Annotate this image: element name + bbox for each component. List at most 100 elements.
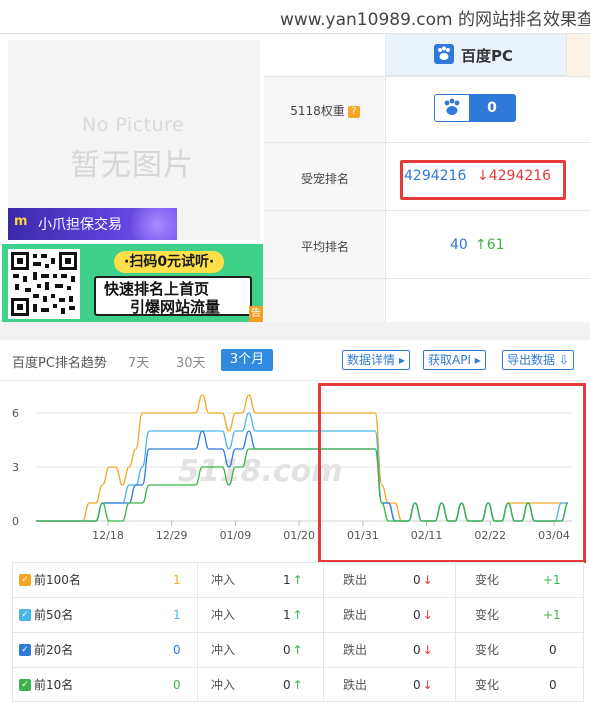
engine-name: 百度PC	[461, 47, 514, 65]
row-divider	[264, 210, 590, 211]
rank-label: 受宠排名	[300, 172, 349, 186]
stats-row: ✓ 前10名 0 冲入 0 ↑ 跌出 0 ↓ 变化 0	[12, 667, 584, 702]
trend-panel: 百度PC排名趋势 7天 30天 3个月 数据详情 ▸ 获取API ▸ 导出数据 …	[0, 340, 590, 714]
trend-title: 百度PC排名趋势	[12, 356, 107, 371]
avg-label: 平均排名	[300, 240, 349, 254]
x-tick-label: 01/09	[220, 529, 252, 542]
in-value: 0 ↑	[283, 668, 303, 702]
summary-panel: No Picture 暂无图片 m 小爪担保交易 ·扫码0元试听· 快速排名上首…	[0, 34, 590, 322]
checkbox-icon[interactable]: ✓	[19, 574, 31, 586]
down-arrow-icon: ↓	[422, 643, 433, 657]
y-tick-label: 6	[12, 407, 19, 420]
out-label: 跌出	[343, 678, 368, 692]
cell-divider	[455, 563, 456, 597]
get-api-button[interactable]: 获取API ▸	[423, 350, 486, 370]
guarantee-ad-banner[interactable]: m 小爪担保交易	[8, 208, 177, 240]
rank-change: ↓4294216	[477, 168, 552, 184]
change-label: 变化	[475, 608, 500, 622]
ranking-ad-banner[interactable]: ·扫码0元试听· 快速排名上首页 引爆网站流量 告	[2, 244, 263, 322]
in-value-number: 1	[283, 608, 291, 622]
stats-row: ✓ 前50名 1 冲入 1 ↑ 跌出 0 ↓ 变化 +1	[12, 597, 584, 632]
change-value: +1	[543, 573, 561, 587]
tab-30-days[interactable]: 30天	[176, 352, 206, 371]
cell-divider	[197, 598, 198, 632]
out-value-number: 0	[413, 678, 421, 692]
y-tick-label: 0	[12, 515, 19, 528]
change-label: 变化	[475, 573, 500, 587]
ad-corner-tag: 告	[249, 306, 263, 322]
rank-value[interactable]: 4294216	[404, 168, 466, 184]
no-picture-text: No Picture	[82, 114, 185, 136]
export-data-button[interactable]: 导出数据 ⇩	[502, 350, 574, 370]
cell-divider	[455, 633, 456, 667]
in-value: 1 ↑	[283, 563, 303, 597]
no-picture-cn-text: 暂无图片	[70, 148, 194, 183]
cell-divider	[323, 668, 324, 702]
weight-label: 5118权重?	[264, 102, 386, 119]
out-value: 0 ↓	[413, 668, 433, 702]
stats-row: ✓ 前20名 0 冲入 0 ↑ 跌出 0 ↓ 变化 0	[12, 632, 584, 667]
data-details-button[interactable]: 数据详情 ▸	[342, 350, 410, 370]
change-value: 0	[549, 678, 557, 692]
in-value: 1 ↑	[283, 598, 303, 632]
stats-label: 前50名	[34, 608, 74, 622]
out-label: 跌出	[343, 608, 368, 622]
claw-logo-icon: m	[14, 214, 28, 229]
tab-7-days[interactable]: 7天	[128, 352, 149, 371]
out-value: 0 ↓	[413, 633, 433, 667]
banner-glow	[127, 208, 177, 240]
in-label: 冲入	[211, 608, 236, 622]
row-divider	[264, 278, 590, 279]
out-label: 跌出	[343, 573, 368, 587]
in-label: 冲入	[211, 573, 236, 587]
x-tick-label: 01/20	[283, 529, 315, 542]
weight-badge[interactable]: 0	[434, 94, 516, 122]
checkbox-icon[interactable]: ✓	[19, 679, 31, 691]
change-label: 变化	[475, 678, 500, 692]
ad2-textbox: 快速排名上首页 引爆网站流量	[94, 276, 252, 316]
change-value: +1	[543, 608, 561, 622]
stats-row: ✓ 前100名 1 冲入 1 ↑ 跌出 0 ↓ 变化 +1	[12, 562, 584, 597]
stats-label: 前100名	[34, 573, 81, 587]
paw-badge-icon	[435, 95, 469, 121]
out-value: 0 ↓	[413, 563, 433, 597]
scan-trial-badge: ·扫码0元试听·	[114, 251, 225, 273]
in-value-number: 0	[283, 678, 291, 692]
highlight-rect	[318, 383, 586, 563]
in-label: 冲入	[211, 643, 236, 657]
in-value-number: 1	[283, 573, 291, 587]
stats-label: 前20名	[34, 643, 74, 657]
checkbox-icon[interactable]: ✓	[19, 644, 31, 656]
baidu-pc-header[interactable]: 百度PC	[386, 34, 566, 76]
up-arrow-icon: ↑	[292, 678, 303, 692]
stats-label: 前10名	[34, 678, 74, 692]
weight-label-text: 5118权重	[290, 104, 345, 118]
row-divider	[264, 76, 590, 77]
cell-divider	[197, 633, 198, 667]
page-title: www.yan10989.com 的网站排名效果查	[280, 10, 590, 30]
checkbox-icon[interactable]: ✓	[19, 609, 31, 621]
up-arrow-icon: ↑	[292, 643, 303, 657]
up-arrow-icon: ↑	[292, 573, 303, 587]
qr-code-icon	[8, 249, 80, 319]
help-icon[interactable]: ?	[347, 106, 360, 118]
cell-divider	[323, 563, 324, 597]
out-value-number: 0	[413, 643, 421, 657]
in-label: 冲入	[211, 678, 236, 692]
in-value: 0 ↑	[283, 633, 303, 667]
stats-count: 0	[173, 643, 181, 657]
out-label: 跌出	[343, 643, 368, 657]
cell-divider	[323, 633, 324, 667]
out-value: 0 ↓	[413, 598, 433, 632]
avg-change: ↑61	[475, 237, 505, 253]
up-arrow-icon: ↑	[292, 608, 303, 622]
in-value-number: 0	[283, 643, 291, 657]
stats-count: 1	[173, 608, 181, 622]
cell-divider	[197, 563, 198, 597]
cell-divider	[323, 598, 324, 632]
tab-3-months[interactable]: 3个月	[221, 349, 273, 371]
out-value-number: 0	[413, 608, 421, 622]
next-engine-column	[566, 34, 590, 76]
x-tick-label: 12/29	[156, 529, 188, 542]
out-value-number: 0	[413, 573, 421, 587]
